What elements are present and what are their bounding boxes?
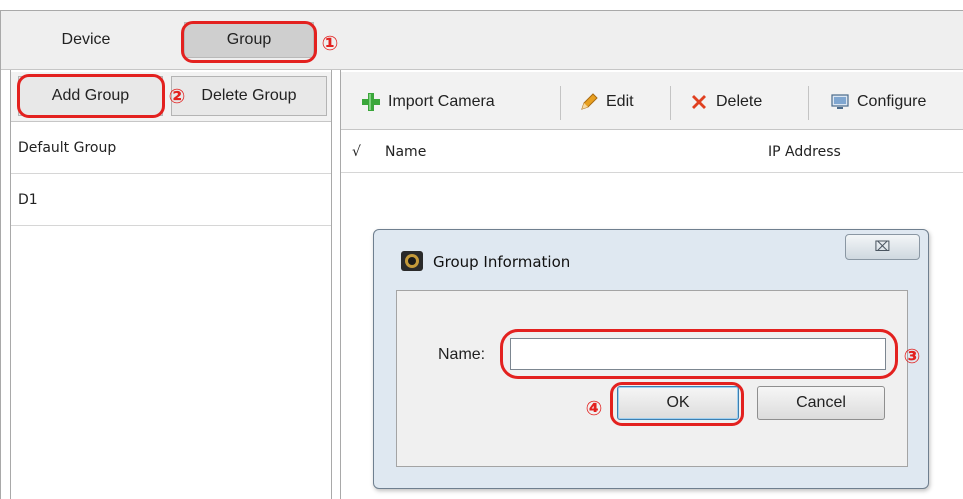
configure-button[interactable]: Configure: [829, 84, 926, 120]
annotation-step-4: ④: [585, 396, 603, 420]
name-field-label: Name:: [438, 346, 486, 363]
group-list-item[interactable]: Default Group: [11, 122, 331, 174]
pencil-icon: [578, 91, 600, 113]
plus-icon: [360, 91, 382, 113]
annotation-step-3: ③: [903, 344, 921, 368]
annotation-step-1: ①: [321, 31, 339, 55]
configure-label: Configure: [857, 93, 927, 110]
import-camera-label: Import Camera: [388, 93, 495, 110]
cancel-button[interactable]: Cancel: [757, 386, 885, 420]
import-camera-button[interactable]: Import Camera: [360, 84, 495, 120]
dialog-close-button[interactable]: ⌧: [845, 234, 920, 260]
app-logo-icon: [400, 250, 424, 272]
group-list-item[interactable]: D1: [11, 174, 331, 226]
annotation-outline-name-input: [500, 329, 898, 379]
ip-address-column-header[interactable]: IP Address: [768, 131, 841, 173]
delete-button[interactable]: Delete: [688, 84, 762, 120]
annotation-step-2: ②: [168, 84, 186, 108]
annotation-outline-add-group: [17, 74, 165, 118]
toolbar-divider: [808, 86, 809, 120]
delete-group-button[interactable]: Delete Group: [171, 76, 327, 116]
name-column-header[interactable]: Name: [385, 131, 426, 173]
annotation-outline-group-tab: [181, 21, 317, 63]
tab-device[interactable]: Device: [22, 22, 150, 58]
toolbar-divider: [670, 86, 671, 120]
edit-button[interactable]: Edit: [578, 84, 634, 120]
dialog-title: Group Information: [433, 253, 571, 271]
edit-label: Edit: [606, 93, 634, 110]
close-icon: ⌧: [874, 239, 891, 255]
select-all-column[interactable]: √: [352, 131, 361, 173]
toolbar-divider: [560, 86, 561, 120]
camera-table-header: [341, 131, 963, 173]
monitor-icon: [829, 91, 851, 113]
delete-label: Delete: [716, 93, 763, 110]
annotation-outline-ok-button: [610, 382, 744, 426]
x-icon: [688, 91, 710, 113]
